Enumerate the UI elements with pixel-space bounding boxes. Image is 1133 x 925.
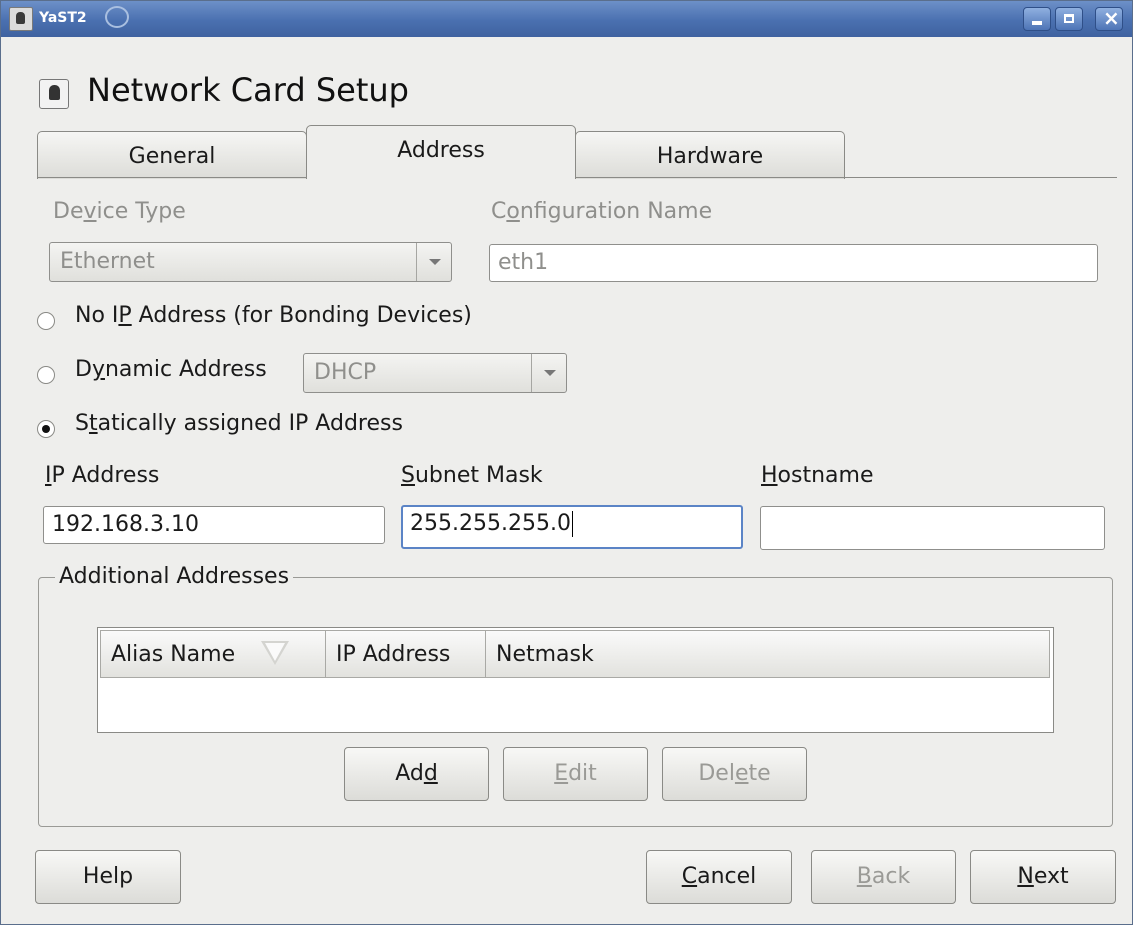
device-type-value: Ethernet <box>60 249 155 274</box>
tab-label: General <box>128 144 216 169</box>
chevron-down-icon <box>531 354 566 392</box>
help-button[interactable]: Help <box>35 850 181 904</box>
tab-label: Hardware <box>656 144 764 169</box>
hostname-field[interactable] <box>760 506 1105 550</box>
tab-address[interactable]: Address <box>306 125 576 179</box>
text-caret <box>571 511 573 537</box>
page-title: Network Card Setup <box>87 71 409 109</box>
sort-indicator-icon <box>261 641 289 665</box>
tab-hardware[interactable]: Hardware <box>575 131 845 179</box>
subnet-mask-label: Subnet Mask <box>401 463 543 488</box>
additional-addresses-table[interactable]: Alias Name IP Address Netmask <box>97 627 1054 733</box>
active-tab-gap <box>307 177 575 179</box>
tab-divider <box>37 177 1117 178</box>
no-ip-radio[interactable] <box>37 312 55 330</box>
edit-button[interactable]: Edit <box>503 747 648 801</box>
tab-label: Address <box>397 138 485 163</box>
hostname-label: Hostname <box>761 463 874 488</box>
additional-addresses-title: Additional Addresses <box>55 564 294 589</box>
configuration-name-label: Configuration Name <box>491 199 713 224</box>
title-bar[interactable]: YaST2 <box>1 1 1132 37</box>
device-type-label: Device Type <box>53 199 186 224</box>
window-title: YaST2 <box>39 10 87 26</box>
minimize-button[interactable] <box>1023 7 1051 31</box>
column-header-netmask[interactable]: Netmask <box>485 630 1050 678</box>
delete-button[interactable]: Delete <box>662 747 807 801</box>
column-header-alias-name[interactable]: Alias Name <box>100 630 326 678</box>
configuration-name-field[interactable]: eth1 <box>489 244 1098 282</box>
chevron-down-icon <box>416 243 451 281</box>
yast2-window: YaST2 Network Card Setup General Address… <box>0 0 1133 925</box>
column-header-ip-address[interactable]: IP Address <box>325 630 486 678</box>
cancel-button[interactable]: Cancel <box>646 850 792 904</box>
network-card-icon <box>39 79 69 109</box>
gecko-icon <box>105 6 129 28</box>
no-ip-label[interactable]: No IP Address (for Bonding Devices) <box>75 303 472 328</box>
add-button[interactable]: Add <box>344 747 489 801</box>
device-type-combo[interactable]: Ethernet <box>49 242 452 282</box>
static-address-radio[interactable] <box>37 420 55 438</box>
next-button[interactable]: Next <box>970 850 1116 904</box>
close-button[interactable] <box>1095 6 1123 31</box>
dynamic-address-radio[interactable] <box>37 366 55 384</box>
back-button[interactable]: Back <box>811 850 956 904</box>
dynamic-mode-combo[interactable]: DHCP <box>303 353 567 393</box>
ip-address-field[interactable]: 192.168.3.10 <box>43 506 385 544</box>
tab-general[interactable]: General <box>37 131 307 179</box>
static-address-label[interactable]: Statically assigned IP Address <box>75 411 403 436</box>
yast-app-icon[interactable] <box>9 7 33 31</box>
dynamic-address-label[interactable]: Dynamic Address <box>75 357 267 382</box>
ip-address-label: IP Address <box>45 463 160 488</box>
subnet-mask-field[interactable]: 255.255.255.0 <box>401 505 743 549</box>
maximize-button[interactable] <box>1055 7 1083 31</box>
dynamic-mode-value: DHCP <box>314 360 377 385</box>
